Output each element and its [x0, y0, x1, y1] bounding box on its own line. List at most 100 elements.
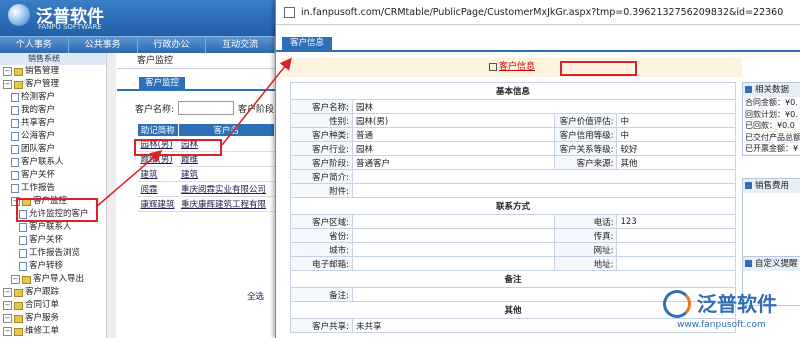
field-value	[351, 256, 556, 271]
sidebar-item[interactable]: − 客户管理	[0, 78, 115, 91]
sidebar-item-label: 合同订单	[25, 300, 60, 310]
logo-icon	[8, 4, 30, 26]
field-value	[351, 242, 556, 257]
nav-admin[interactable]: 行政办公	[138, 37, 207, 53]
column-header[interactable]: 助记简称	[137, 123, 179, 137]
related-data-box: 相关数据 合同金额：¥0. 回款计划：¥0. 已回款：¥0.0 已交付产品总额 已开票金…	[742, 82, 800, 156]
column-header[interactable]: 客户名	[177, 123, 275, 137]
detail-row: 客户种类: 普通 客户信用等级: 中	[290, 127, 736, 142]
field-value: 园林	[352, 99, 736, 114]
table-cell[interactable]: 建筑	[137, 166, 179, 182]
sidebar-item[interactable]: 共享客户	[0, 117, 115, 130]
sidebar-item[interactable]: 客户关怀	[0, 234, 115, 247]
highlight-box-sidebar	[16, 198, 98, 222]
page-icon	[11, 184, 19, 193]
tab-customer-info[interactable]: 客户信息	[282, 37, 333, 50]
detail-row: 附件:	[290, 183, 736, 198]
related-data-title[interactable]: 相关数据	[743, 83, 800, 97]
page-icon	[11, 93, 19, 102]
sidebar-item[interactable]: 检测客户	[0, 91, 115, 104]
related-data-line: 已交付产品总额	[743, 132, 800, 143]
detail-row: 客户阶段: 普通客户 客户来源: 其他	[290, 155, 736, 170]
folder-icon	[22, 275, 31, 284]
sidebar-item[interactable]: − 客户服务	[0, 312, 115, 325]
expand-toggle-icon[interactable]: −	[3, 301, 12, 310]
expand-toggle-icon[interactable]: −	[11, 275, 20, 284]
field-value: 中	[616, 113, 736, 128]
sidebar-item-label: 我的客户	[21, 105, 56, 115]
related-data-line: 合同金额：¥0.	[743, 97, 800, 109]
table-cell[interactable]: 阅霖	[137, 181, 179, 197]
table-cell[interactable]: 建筑	[178, 166, 275, 182]
section-title: 备注	[290, 270, 736, 288]
sidebar-item[interactable]: 公海客户	[0, 130, 115, 143]
name-filter-label: 客户名称:	[135, 104, 175, 115]
nav-interact[interactable]: 互动交流	[206, 37, 275, 53]
sales-fee-title[interactable]: 销售费用	[743, 179, 800, 193]
nav-personal[interactable]: 个人事务	[0, 37, 69, 53]
field-label: 省份:	[290, 228, 353, 243]
sidebar-item-label: 客户联系人	[21, 157, 64, 167]
page-icon	[11, 132, 19, 141]
sidebar-item[interactable]: 客户转移	[0, 260, 115, 273]
field-label: 客户来源:	[554, 155, 618, 170]
sidebar-item-label: 销售管理	[25, 66, 60, 76]
sidebar-title[interactable]: 销售系统	[0, 53, 115, 65]
tab-customer-monitor[interactable]: 客户监控	[139, 77, 186, 89]
sidebar-item[interactable]: 客户联系人	[0, 156, 115, 169]
table-cell[interactable]: 重庆阅霖实业有限公司	[178, 181, 275, 197]
table-row[interactable]: 康辉建筑 重庆康辉建筑工程有限	[137, 196, 275, 212]
name-filter-input[interactable]	[178, 101, 235, 115]
main-panel: 客户监控 客户监控 客户名称: 客户阶段: 助记简称 客户名 园林(男) 园林 霞维…	[117, 53, 275, 338]
sidebar-item-label: 客户关怀	[21, 170, 56, 180]
page-icon	[11, 106, 19, 115]
table-cell[interactable]: 重庆康辉建筑工程有限	[178, 196, 275, 212]
select-all-link[interactable]: 全选	[247, 290, 264, 302]
logo-subtext: FANPU SOFTWARE	[38, 23, 102, 31]
sidebar-item[interactable]: 客户联系人	[0, 221, 115, 234]
tab-underline	[117, 89, 275, 91]
table-row[interactable]: 阅霖 重庆阅霖实业有限公司	[137, 181, 275, 197]
sidebar-item[interactable]: 客户关怀	[0, 169, 115, 182]
sidebar-item-label: 共享客户	[21, 118, 56, 128]
expand-toggle-icon[interactable]: −	[3, 67, 12, 76]
sidebar-item[interactable]: 工作报告浏览	[0, 247, 115, 260]
field-label: 城市:	[290, 242, 353, 257]
expand-toggle-icon[interactable]: −	[3, 288, 12, 297]
related-data-line: 已回款：¥0.0	[743, 120, 800, 132]
highlight-box-title	[560, 61, 637, 76]
field-value: 其他	[616, 155, 736, 170]
sidebar-item[interactable]: − 维修工单	[0, 325, 115, 338]
stage-filter-label: 客户阶段:	[238, 104, 275, 115]
sidebar-item[interactable]: − 客户跟踪	[0, 286, 115, 299]
page-icon	[11, 158, 19, 167]
sidebar-item-label: 客户转移	[29, 261, 64, 271]
field-label: 地址:	[554, 256, 618, 271]
top-nav: 个人事务 公共事务 行政办公 互动交流	[0, 36, 275, 53]
sidebar-item[interactable]: 工作报告	[0, 182, 115, 195]
folder-icon	[14, 80, 23, 89]
tab-underline	[276, 50, 800, 52]
table-row[interactable]: 建筑 建筑	[137, 166, 275, 182]
field-label: 附件:	[290, 183, 353, 198]
sidebar-item[interactable]: − 客户导入导出	[0, 273, 115, 286]
field-value: 园林(男)	[351, 113, 556, 128]
sidebar-item[interactable]: 团队客户	[0, 143, 115, 156]
expand-toggle-icon[interactable]: −	[3, 327, 12, 336]
expand-toggle-icon[interactable]: −	[3, 80, 12, 89]
sidebar-item[interactable]: − 合同订单	[0, 299, 115, 312]
table-cell[interactable]: 康辉建筑	[137, 196, 179, 212]
page-icon	[19, 223, 27, 232]
expand-toggle-icon[interactable]: −	[3, 314, 12, 323]
checkbox-icon	[488, 62, 497, 71]
nav-public[interactable]: 公共事务	[69, 37, 138, 53]
field-value	[351, 228, 556, 243]
sidebar-item[interactable]: − 销售管理	[0, 65, 115, 78]
address-bar[interactable]: in.fanpusoft.com/CRMtable/PublicPage/Cus…	[276, 0, 800, 25]
sidebar-item-label: 客户管理	[25, 79, 60, 89]
watermark-text: 泛普软件	[697, 292, 777, 316]
custom-remind-title[interactable]: 自定义提醒	[743, 257, 800, 271]
sidebar-scrollbar[interactable]	[106, 53, 116, 338]
folder-icon	[14, 67, 23, 76]
sidebar-item[interactable]: 我的客户	[0, 104, 115, 117]
